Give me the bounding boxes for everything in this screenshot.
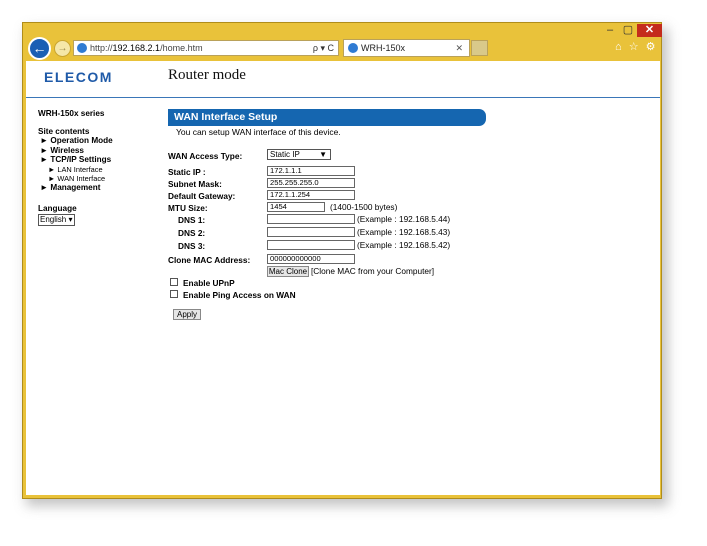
minimize-button[interactable]: – [601, 24, 619, 37]
default-gateway-input[interactable]: 172.1.1.254 [267, 190, 355, 200]
clone-mac-input[interactable]: 000000000000 [267, 254, 355, 264]
maximize-button[interactable]: ▢ [619, 24, 637, 37]
wan-access-type-select[interactable]: Static IP ▼ [267, 149, 331, 160]
browser-window: – ▢ ✕ ← → http://192.168.2.1/home.htm ρ … [22, 22, 662, 499]
static-ip-label: Static IP : [168, 167, 206, 177]
ie-tab-icon [348, 43, 358, 53]
enable-ping-label: Enable Ping Access on WAN [183, 290, 296, 300]
search-refresh-icon[interactable]: ρ ▾ C [313, 41, 334, 55]
forward-arrow-icon[interactable]: → [54, 40, 71, 57]
dns3-note: (Example : 192.168.5.42) [357, 240, 451, 250]
address-bar[interactable]: http://192.168.2.1/home.htm ρ ▾ C [73, 40, 339, 56]
sidebar-item-wireless[interactable]: ► Wireless [38, 146, 148, 156]
page-content: ELECOM Router mode WRH-150x series Site … [26, 61, 660, 495]
chevron-down-icon: ▼ [319, 150, 327, 159]
language-value: English [40, 215, 67, 224]
mac-clone-button[interactable]: Mac Clone [267, 266, 309, 277]
dns1-input[interactable] [267, 214, 355, 224]
sidebar-item-tcpip-settings[interactable]: ► TCP/IP Settings [38, 155, 148, 165]
close-button[interactable]: ✕ [637, 24, 662, 37]
browser-tab[interactable]: WRH-150x ✕ [343, 39, 470, 57]
dns1-note: (Example : 192.168.5.44) [357, 214, 451, 224]
router-header: ELECOM Router mode [26, 61, 660, 98]
sidebar: WRH-150x series Site contents ► Operatio… [38, 109, 148, 226]
sidebar-item-lan-interface[interactable]: ► LAN Interface [38, 165, 148, 174]
tab-title: WRH-150x [361, 43, 406, 53]
sidebar-item-operation-mode[interactable]: ► Operation Mode [38, 136, 148, 146]
back-arrow-icon[interactable]: ← [28, 37, 51, 60]
address-url: http://192.168.2.1/home.htm [90, 43, 203, 53]
enable-ping-checkbox[interactable] [170, 290, 178, 298]
language-select[interactable]: English ▾ [38, 214, 75, 226]
dns2-label: DNS 2: [178, 228, 206, 238]
static-ip-input[interactable]: 172.1.1.1 [267, 166, 355, 176]
section-description: You can setup WAN interface of this devi… [176, 127, 341, 137]
subnet-mask-input[interactable]: 255.255.255.0 [267, 178, 355, 188]
enable-upnp-label: Enable UPnP [183, 278, 235, 288]
dns3-label: DNS 3: [178, 241, 206, 251]
clone-mac-label: Clone MAC Address: [168, 255, 251, 265]
dns3-input[interactable] [267, 240, 355, 250]
dns2-input[interactable] [267, 227, 355, 237]
wan-access-type-value: Static IP [270, 150, 300, 159]
dns1-label: DNS 1: [178, 215, 206, 225]
tab-close-icon[interactable]: ✕ [455, 40, 463, 56]
browser-titlebar: – ▢ ✕ ← → http://192.168.2.1/home.htm ρ … [23, 23, 662, 63]
new-tab-button[interactable] [471, 40, 488, 56]
mtu-size-input[interactable]: 1454 [267, 202, 325, 212]
default-gateway-label: Default Gateway: [168, 191, 236, 201]
elecom-logo: ELECOM [44, 69, 113, 85]
sidebar-item-wan-interface[interactable]: ► WAN Interface [38, 174, 148, 183]
ie-globe-icon [77, 43, 87, 53]
apply-button[interactable]: Apply [173, 309, 201, 320]
dns2-note: (Example : 192.168.5.43) [357, 227, 451, 237]
language-label: Language [38, 204, 77, 213]
sidebar-series: WRH-150x series [38, 109, 105, 118]
mtu-size-note: (1400-1500 bytes) [330, 202, 398, 212]
sidebar-site-contents: Site contents [38, 127, 90, 136]
section-title: WAN Interface Setup [168, 109, 486, 126]
mac-clone-note: [Clone MAC from your Computer] [311, 266, 435, 276]
mtu-size-label: MTU Size: [168, 203, 208, 213]
enable-upnp-checkbox[interactable] [170, 278, 178, 286]
sidebar-item-management[interactable]: ► Management [38, 183, 148, 193]
home-favorites-settings-icon[interactable]: ⌂ ☆ ⚙ [615, 40, 657, 53]
wan-access-type-label: WAN Access Type: [168, 151, 243, 161]
page-title: Router mode [168, 67, 246, 83]
subnet-mask-label: Subnet Mask: [168, 179, 222, 189]
